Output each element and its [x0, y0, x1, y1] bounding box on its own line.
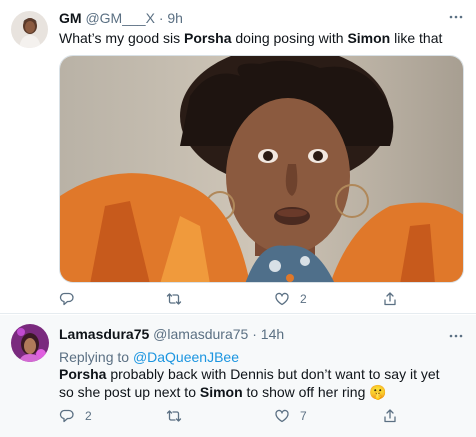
- reply-count: 2: [85, 409, 92, 423]
- tweet-text: What’s my good sis Porsha doing posing w…: [59, 30, 443, 46]
- share-icon: [384, 409, 396, 423]
- retweet-button[interactable]: [166, 407, 192, 425]
- handle[interactable]: @GM___X: [85, 10, 154, 26]
- tweet-1[interactable]: GM @GM___X · 9h What’s my good sis Porsh…: [0, 0, 476, 314]
- reply-icon: [59, 409, 74, 423]
- like-button[interactable]: 2: [274, 290, 307, 308]
- like-button[interactable]: 7: [274, 407, 307, 425]
- display-name[interactable]: GM: [59, 10, 82, 26]
- mention-link[interactable]: @DaQueenJBee: [133, 349, 239, 365]
- tweet-text: Porsha probably back with Dennis but don…: [59, 366, 440, 400]
- separator-dot: ·: [252, 326, 257, 342]
- retweet-icon: [166, 410, 182, 422]
- retweet-button[interactable]: [166, 290, 192, 308]
- tweet-2[interactable]: Lamasdura75 @lamasdura75 · 14h Replying …: [0, 315, 476, 437]
- avatar[interactable]: [11, 11, 48, 48]
- reply-icon: [59, 292, 74, 306]
- display-name[interactable]: Lamasdura75: [59, 326, 149, 342]
- replying-to: Replying to @DaQueenJBee: [59, 349, 239, 365]
- like-icon: [275, 409, 289, 423]
- more-icon[interactable]: [448, 9, 464, 25]
- tweet-header: GM @GM___X · 9h: [59, 9, 183, 27]
- share-button[interactable]: [382, 290, 398, 308]
- tweet-actions: 2: [59, 290, 419, 308]
- share-button[interactable]: [382, 407, 398, 425]
- avatar[interactable]: [11, 324, 49, 362]
- shushing-face-emoji: 🤫: [369, 384, 387, 400]
- timestamp[interactable]: 9h: [167, 10, 183, 26]
- like-count: 2: [300, 292, 307, 306]
- like-count: 7: [300, 409, 307, 423]
- like-icon: [275, 292, 289, 306]
- reply-button[interactable]: [59, 290, 85, 308]
- tweet-header: Lamasdura75 @lamasdura75 · 14h: [59, 325, 284, 343]
- retweet-icon: [166, 293, 182, 305]
- reply-button[interactable]: 2: [59, 407, 92, 425]
- separator-dot: ·: [158, 10, 164, 26]
- timestamp[interactable]: 14h: [261, 326, 284, 342]
- more-icon[interactable]: [448, 328, 464, 344]
- tweet-image[interactable]: [59, 55, 464, 283]
- share-icon: [384, 292, 396, 306]
- tweet-actions: 2 7: [59, 407, 419, 425]
- handle[interactable]: @lamasdura75: [153, 326, 248, 342]
